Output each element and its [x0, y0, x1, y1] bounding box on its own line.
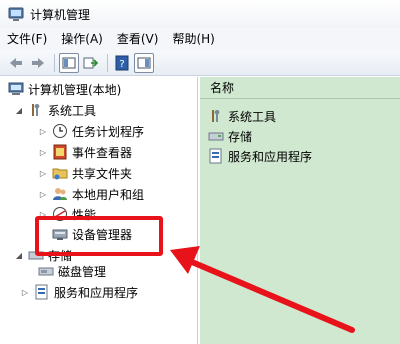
tree-item-task-scheduler[interactable]: ▷ 任务计划程序 [38, 121, 144, 141]
forward-button[interactable] [28, 53, 48, 73]
expand-icon[interactable]: ▷ [38, 126, 48, 136]
forward-icon [32, 57, 44, 68]
menu-help[interactable]: 帮助(H) [165, 29, 221, 49]
expand-icon[interactable]: ▷ [38, 189, 48, 199]
list-item[interactable]: 存储 [208, 126, 252, 146]
back-button[interactable] [6, 53, 26, 73]
event-viewer-icon [53, 144, 67, 160]
tree-root[interactable]: 计算机管理(本地) [8, 79, 121, 99]
show-hide-action-pane-icon [137, 57, 151, 68]
results-pane: 名称 系统工具 存储 服务和应用程序 [200, 77, 400, 344]
tree-item-label: 事件查看器 [72, 145, 133, 160]
tree-item-label: 服务和应用程序 [54, 285, 139, 300]
shared-folder-icon [52, 168, 68, 180]
annotation-highlight-box [35, 216, 163, 256]
back-icon [10, 57, 22, 68]
menu-view[interactable]: 查看(V) [110, 29, 166, 49]
export-list-icon [83, 57, 99, 68]
collapse-icon[interactable]: ◢ [14, 105, 24, 115]
window-title: 计算机管理 [30, 7, 91, 22]
expand-icon[interactable]: ▷ [38, 168, 48, 178]
column-header-name[interactable]: 名称 [200, 77, 400, 99]
expand-icon[interactable]: ▷ [20, 287, 30, 297]
toolbar-separator [107, 53, 108, 72]
tree-item-label: 任务计划程序 [72, 124, 145, 139]
clock-icon [53, 124, 67, 138]
computer-management-icon [8, 82, 24, 95]
tree-item-event-viewer[interactable]: ▷ 事件查看器 [38, 142, 132, 162]
disk-icon [38, 267, 54, 276]
console-tree: 计算机管理(本地) ◢ 系统工具 ▷ 任务计划程序 ▷ 事件查看器 ▷ 共享文件… [0, 77, 198, 344]
show-hide-tree-icon [62, 57, 76, 68]
services-icon [35, 284, 48, 300]
computer-management-icon [8, 7, 24, 21]
tree-item-label: 本地用户和组 [72, 187, 145, 202]
tree-item-disk-management[interactable]: 磁盘管理 [38, 261, 106, 281]
tools-icon [212, 110, 220, 122]
tree-item-services-apps[interactable]: ▷ 服务和应用程序 [20, 282, 138, 302]
tree-item-system-tools[interactable]: ◢ 系统工具 [14, 100, 96, 120]
title-bar: 计算机管理 [0, 0, 400, 28]
toolbar-separator [54, 53, 55, 72]
menu-action[interactable]: 操作(A) [54, 29, 110, 49]
tree-item-local-users[interactable]: ▷ 本地用户和组 [38, 184, 144, 204]
tree-item-label: 共享文件夹 [72, 166, 133, 181]
tree-item-label: 系统工具 [48, 103, 97, 118]
storage-icon [208, 132, 224, 141]
column-header-label: 名称 [210, 81, 235, 95]
tree-item-label: 磁盘管理 [58, 264, 107, 279]
services-icon [209, 148, 222, 164]
list-item[interactable]: 服务和应用程序 [208, 146, 312, 166]
collapse-icon[interactable]: ◢ [14, 250, 24, 260]
show-hide-action-pane-button[interactable] [134, 52, 154, 73]
tree-item-shared-folders[interactable]: ▷ 共享文件夹 [38, 163, 132, 183]
show-hide-tree-button[interactable] [59, 52, 79, 73]
tree-root-label: 计算机管理(本地) [28, 82, 122, 97]
help-icon: ? [115, 55, 129, 70]
svg-text:?: ? [119, 59, 124, 70]
menu-file[interactable]: 文件(F) [0, 29, 54, 49]
users-icon [53, 188, 67, 200]
list-item[interactable]: 系统工具 [208, 106, 276, 126]
toolbar: ? [0, 50, 400, 76]
expand-icon[interactable]: ▷ [38, 147, 48, 157]
list-item-label: 系统工具 [228, 109, 277, 124]
list-item-label: 存储 [228, 129, 253, 144]
help-button[interactable]: ? [112, 53, 132, 73]
export-list-button[interactable] [81, 53, 101, 73]
list-item-label: 服务和应用程序 [228, 149, 313, 164]
tools-icon [32, 104, 40, 116]
menu-bar: 文件(F) 操作(A) 查看(V) 帮助(H) [0, 28, 400, 50]
